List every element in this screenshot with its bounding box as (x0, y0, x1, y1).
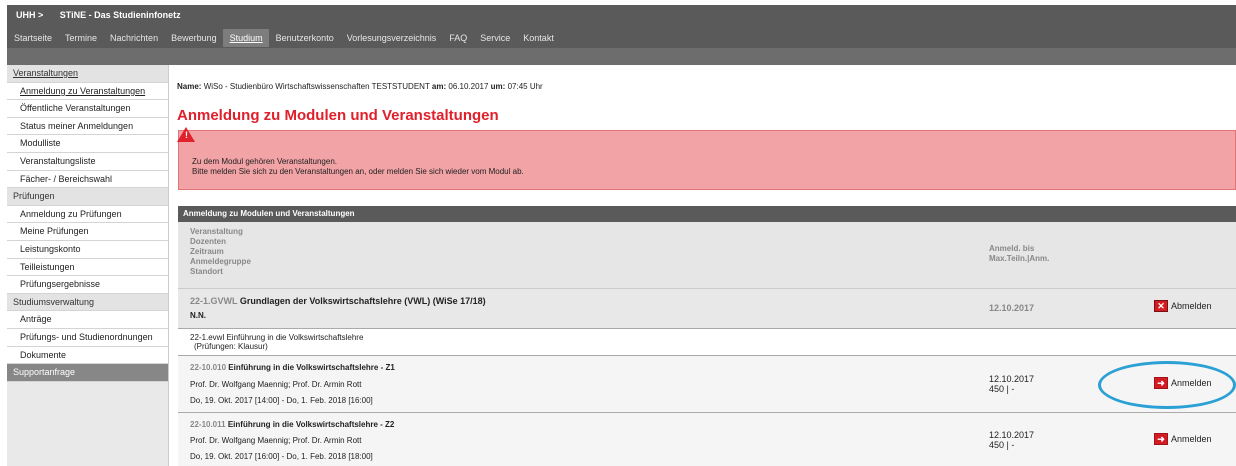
course-lecturers: Prof. Dr. Wolfgang Maennig; Prof. Dr. Ar… (190, 436, 362, 445)
course-title-line: 22-10.011 Einführung in die Volkswirtsch… (190, 420, 394, 429)
course-deadline: 12.10.2017 (989, 430, 1035, 440)
sub-nav-bar (7, 48, 1236, 65)
module-code: 22-1.GVWL (190, 296, 238, 306)
table-column-header: Veranstaltung Dozenten Zeitraum Anmeldeg… (178, 222, 1236, 288)
date-label: am: (431, 82, 447, 91)
table-title: Anmeldung zu Modulen und Veranstaltungen (178, 206, 1236, 222)
course-lecturers: Prof. Dr. Wolfgang Maennig; Prof. Dr. Ar… (190, 380, 362, 389)
top-bar: UHH > STiNE - Das Studieninfonetz Starts… (7, 5, 1236, 65)
module-deadline: 12.10.2017 (989, 303, 1035, 313)
course-capacity: 450 | - (989, 440, 1015, 450)
nav-kontakt[interactable]: Kontakt (516, 29, 560, 47)
col-max-teiln: Max.Teiln.|Anm. (989, 254, 1050, 263)
module-info-row: 22-1.evwl Einführung in die Volkswirtsch… (178, 328, 1236, 355)
module-row: 22-1.GVWL Grundlagen der Volkswirtschaft… (178, 288, 1236, 328)
page-title: Anmeldung zu Modulen und Veranstaltungen (177, 107, 499, 124)
nav-nachrichten[interactable]: Nachrichten (103, 29, 164, 47)
main-content: Name: WiSo - Studienbüro Wirtschaftswiss… (170, 65, 1236, 466)
course-period: Do, 19. Okt. 2017 [16:00] - Do, 1. Feb. … (190, 452, 373, 461)
sidebar-item-anmeldung-pruefungen[interactable]: Anmeldung zu Prüfungen (7, 205, 168, 224)
column-header-right: Anmeld. bis Max.Teiln.|Anm. (989, 244, 1049, 264)
col-standort: Standort (190, 267, 223, 276)
alert-line-1: Zu dem Modul gehören Veranstaltungen. (192, 157, 337, 166)
column-header-left: Veranstaltung Dozenten Zeitraum Anmeldeg… (190, 227, 251, 277)
module-info-line-2: (Prüfungen: Klausur) (194, 342, 268, 351)
sidebar-item-anmeldung-veranstaltungen[interactable]: Anmeldung zu Veranstaltungen (7, 82, 168, 101)
module-lecturer: N.N. (190, 311, 206, 320)
course-capacity: 450 | - (989, 384, 1015, 394)
user-name: WiSo - Studienbüro Wirtschaftswissenscha… (203, 82, 430, 91)
warning-alert: ! Zu dem Modul gehören Veranstaltungen. … (177, 127, 1236, 190)
uhh-link[interactable]: UHH > (16, 10, 43, 20)
time-label: um: (490, 82, 506, 91)
site-title: STiNE - Das Studieninfonetz (59, 10, 181, 20)
nav-studium[interactable]: Studium (222, 29, 269, 47)
sidebar-item-supportanfrage[interactable]: Supportanfrage (7, 364, 168, 382)
sidebar-item-dokumente[interactable]: Dokumente (7, 346, 168, 365)
course-code: 22-10.010 (190, 363, 227, 372)
nav-faq[interactable]: FAQ (442, 29, 473, 47)
sidebar-item-faecherwahl[interactable]: Fächer- / Bereichswahl (7, 170, 168, 189)
login-time: 07:45 Uhr (507, 82, 543, 91)
course-deadline: 12.10.2017 (989, 374, 1035, 384)
module-title-line: 22-1.GVWL Grundlagen der Volkswirtschaft… (190, 296, 486, 306)
main-nav: Startseite Termine Nachrichten Bewerbung… (7, 28, 560, 48)
sidebar-heading-studiumsverwaltung[interactable]: Studiumsverwaltung (7, 293, 168, 312)
sidebar-item-antraege[interactable]: Anträge (7, 311, 168, 329)
user-info-line: Name: WiSo - Studienbüro Wirtschaftswiss… (177, 82, 543, 91)
col-veranstaltung: Veranstaltung (190, 227, 243, 236)
abmelden-label: Abmelden (1171, 301, 1212, 311)
sidebar-item-status-anmeldungen[interactable]: Status meiner Anmeldungen (7, 117, 168, 136)
anmelden-label: Anmelden (1171, 434, 1212, 444)
nav-termine[interactable]: Termine (58, 29, 103, 47)
sidebar-item-veranstaltungsliste[interactable]: Veranstaltungsliste (7, 152, 168, 171)
nav-benutzerkonto[interactable]: Benutzerkonto (269, 29, 340, 47)
course-code: 22-10.011 (190, 420, 226, 429)
highlight-circle-annotation (1098, 361, 1236, 409)
alert-line-2: Bitte melden Sie sich zu den Veranstaltu… (192, 167, 524, 176)
col-anmeld-bis: Anmeld. bis (989, 244, 1035, 253)
course-row: 22-10.010 Einführung in die Volkswirtsch… (178, 355, 1236, 412)
nav-service[interactable]: Service (473, 29, 516, 47)
course-title-line: 22-10.010 Einführung in die Volkswirtsch… (190, 363, 395, 372)
sidebar-item-studienordnungen[interactable]: Prüfungs- und Studienordnungen (7, 328, 168, 347)
nav-bewerbung[interactable]: Bewerbung (164, 29, 223, 47)
anmelden-button[interactable]: ➜ Anmelden (1154, 433, 1212, 445)
sidebar-item-modulliste[interactable]: Modulliste (7, 135, 168, 153)
col-zeitraum: Zeitraum (190, 247, 224, 256)
col-dozenten: Dozenten (190, 237, 226, 246)
sidebar-item-pruefungsergebnisse[interactable]: Prüfungsergebnisse (7, 276, 168, 294)
name-label: Name: (177, 82, 202, 91)
sidebar-item-oeffentliche-veranstaltungen[interactable]: Öffentliche Veranstaltungen (7, 100, 168, 118)
course-title: Einführung in die Volkswirtschaftslehre … (228, 363, 395, 372)
sidebar-item-meine-pruefungen[interactable]: Meine Prüfungen (7, 223, 168, 241)
close-icon: ✕ (1154, 300, 1168, 312)
module-info-line-1: 22-1.evwl Einführung in die Volkswirtsch… (190, 333, 364, 342)
login-date: 06.10.2017 (448, 82, 489, 91)
course-title: Einführung in die Volkswirtschaftslehre … (227, 420, 395, 429)
arrow-right-icon: ➜ (1154, 433, 1168, 445)
sidebar-heading-pruefungen[interactable]: Prüfungen (7, 188, 168, 206)
nav-startseite[interactable]: Startseite (7, 29, 58, 47)
sidebar-heading-veranstaltungen[interactable]: Veranstaltungen (7, 65, 168, 83)
course-period: Do, 19. Okt. 2017 [14:00] - Do, 1. Feb. … (190, 396, 373, 405)
sidebar-item-leistungskonto[interactable]: Leistungskonto (7, 240, 168, 259)
nav-vorlesungsverzeichnis[interactable]: Vorlesungsverzeichnis (340, 29, 443, 47)
sidebar-item-teilleistungen[interactable]: Teilleistungen (7, 258, 168, 277)
module-title: Grundlagen der Volkswirtschaftslehre (VW… (239, 296, 486, 306)
sidebar: Veranstaltungen Anmeldung zu Veranstaltu… (7, 65, 169, 466)
warning-icon-mark: ! (185, 130, 188, 140)
abmelden-button[interactable]: ✕ Abmelden (1154, 300, 1212, 312)
col-anmeldegruppe: Anmeldegruppe (190, 257, 251, 266)
course-row: 22-10.011 Einführung in die Volkswirtsch… (178, 412, 1236, 466)
brand: UHH > STiNE - Das Studieninfonetz (16, 10, 195, 20)
